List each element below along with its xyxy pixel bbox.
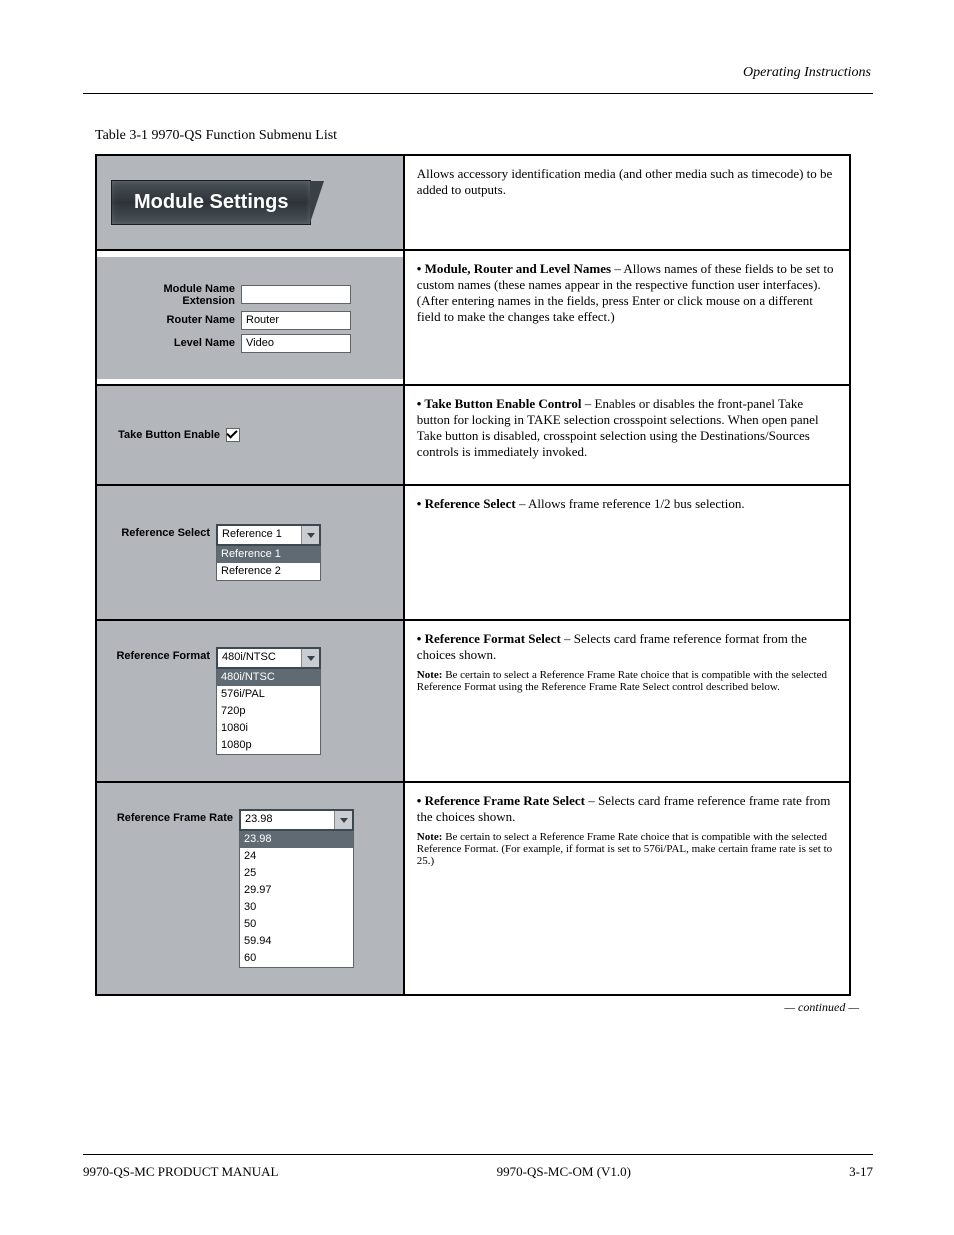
- module-name-ext-label: Module Name Extension: [111, 283, 241, 307]
- footer-center: 9970-QS-MC-OM (V1.0): [497, 1164, 631, 1180]
- ref-rate-label: Reference Frame Rate: [111, 809, 239, 824]
- ref-rate-option[interactable]: 59.94: [240, 933, 353, 950]
- refsel-body: Allows frame reference 1/2 bus selection…: [528, 496, 745, 511]
- refrate-title: Reference Frame Rate Select: [425, 793, 585, 808]
- reffmt-title: Reference Format Select: [425, 631, 561, 646]
- continued-label: — continued —: [83, 1000, 859, 1015]
- chevron-down-icon: [307, 656, 315, 661]
- ref-format-option[interactable]: 480i/NTSC: [217, 669, 320, 686]
- footer-rule: [83, 1154, 873, 1155]
- ref-select-dropdown[interactable]: Reference 1 Reference 1 Reference 2: [216, 524, 321, 581]
- take-enable-checkbox[interactable]: [226, 428, 240, 442]
- chevron-down-icon: [340, 818, 348, 823]
- router-name-label: Router Name: [111, 314, 241, 326]
- ref-select-label: Reference Select: [111, 524, 216, 539]
- ref-select-value: Reference 1: [218, 526, 301, 544]
- footer-left: 9970-QS-MC PRODUCT MANUAL: [83, 1164, 279, 1180]
- ref-rate-option[interactable]: 23.98: [240, 831, 353, 848]
- table-caption: Table 3-1 9970-QS Function Submenu List: [95, 128, 873, 144]
- refrate-note: Note: Be certain to select a Reference F…: [417, 831, 837, 867]
- module-settings-banner: Module Settings: [111, 180, 311, 225]
- names-title: Module, Router and Level Names: [425, 261, 611, 276]
- ref-rate-option[interactable]: 25: [240, 865, 353, 882]
- ref-select-list: Reference 1 Reference 2: [216, 546, 321, 581]
- ref-format-chevron[interactable]: [301, 649, 319, 667]
- level-name-input[interactable]: [241, 334, 351, 353]
- page-footer: 9970-QS-MC PRODUCT MANUAL 9970-QS-MC-OM …: [83, 1164, 873, 1180]
- ref-rate-dropdown[interactable]: 23.98 23.98 24 25 29.97 30 50 59.94: [239, 809, 354, 968]
- settings-table: Module Settings Allows accessory identif…: [95, 154, 851, 996]
- ref-format-option[interactable]: 720p: [217, 703, 320, 720]
- chevron-down-icon: [307, 533, 315, 538]
- ref-format-option[interactable]: 1080p: [217, 737, 320, 754]
- content-area: Table 3-1 9970-QS Function Submenu List …: [83, 120, 873, 1015]
- ref-select-option[interactable]: Reference 2: [217, 563, 320, 580]
- ref-select-chevron[interactable]: [301, 526, 319, 544]
- take-enable-label: Take Button Enable: [111, 429, 226, 441]
- header-rule: [83, 93, 873, 94]
- ref-select-option[interactable]: Reference 1: [217, 546, 320, 563]
- ref-rate-option[interactable]: 60: [240, 950, 353, 967]
- reffmt-note: Note: Be certain to select a Reference F…: [417, 669, 837, 693]
- router-name-input[interactable]: [241, 311, 351, 330]
- ref-format-dropdown[interactable]: 480i/NTSC 480i/NTSC 576i/PAL 720p 1080i …: [216, 647, 321, 755]
- ref-rate-value: 23.98: [241, 811, 334, 829]
- ref-format-list: 480i/NTSC 576i/PAL 720p 1080i 1080p: [216, 669, 321, 755]
- take-title: Take Button Enable Control: [424, 396, 581, 411]
- refsel-title: Reference Select: [425, 496, 516, 511]
- ref-rate-list: 23.98 24 25 29.97 30 50 59.94 60: [239, 831, 354, 968]
- level-name-label: Level Name: [111, 337, 241, 349]
- module-name-ext-input[interactable]: [241, 285, 351, 304]
- ref-format-label: Reference Format: [111, 647, 216, 662]
- banner-description: Allows accessory identification media (a…: [417, 166, 837, 198]
- footer-right: 3-17: [849, 1164, 873, 1180]
- ref-format-option[interactable]: 576i/PAL: [217, 686, 320, 703]
- ref-rate-option[interactable]: 29.97: [240, 882, 353, 899]
- ref-format-value: 480i/NTSC: [218, 649, 301, 667]
- ref-rate-option[interactable]: 24: [240, 848, 353, 865]
- ref-rate-option[interactable]: 50: [240, 916, 353, 933]
- ref-rate-option[interactable]: 30: [240, 899, 353, 916]
- ref-rate-chevron[interactable]: [334, 811, 352, 829]
- page-header-right: Operating Instructions: [743, 65, 871, 81]
- ref-format-option[interactable]: 1080i: [217, 720, 320, 737]
